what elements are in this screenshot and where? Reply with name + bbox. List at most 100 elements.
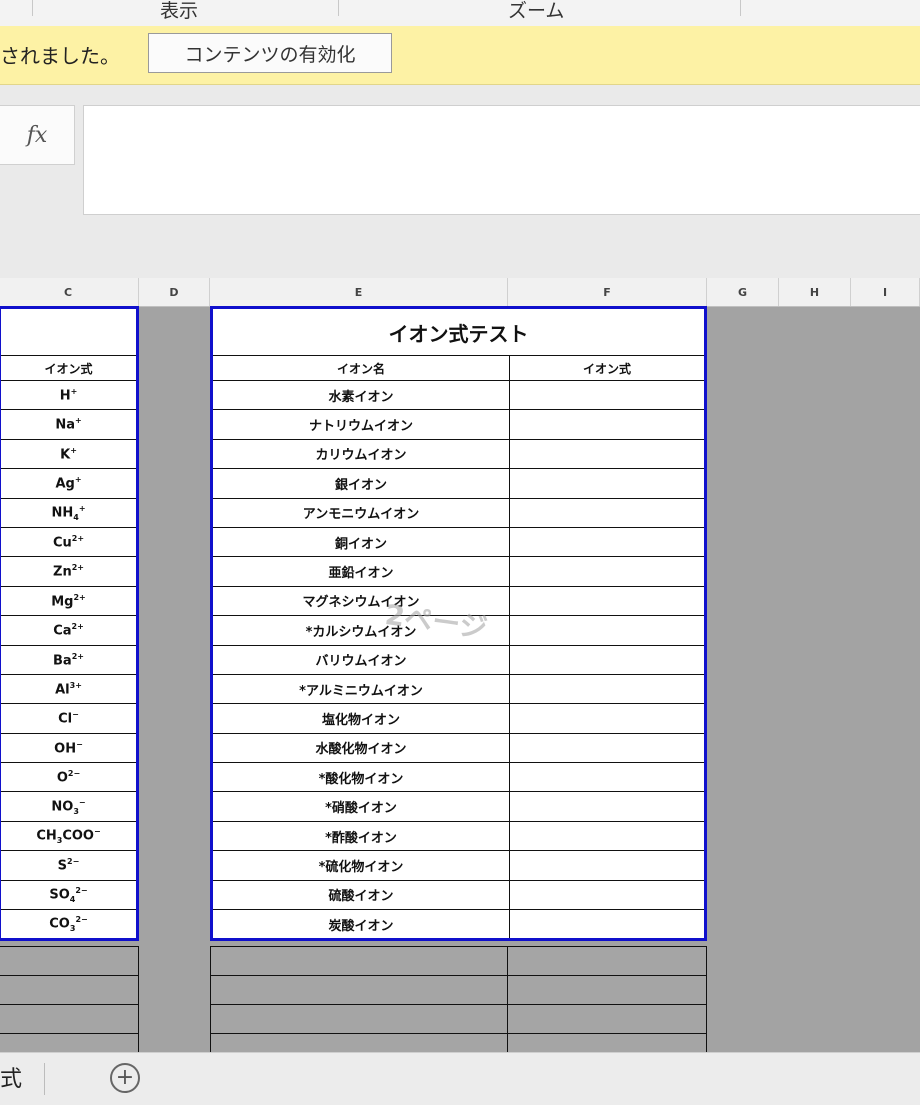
empty-cell[interactable] xyxy=(210,975,508,1005)
cell-ion-formula[interactable]: SO42− xyxy=(0,879,138,911)
cell-ion-formula[interactable]: CH3COO− xyxy=(0,820,138,852)
sheet-tab-bar: 式 + xyxy=(0,1052,920,1105)
cell-ion-formula-answer[interactable] xyxy=(509,644,706,675)
cell-ion-formula-answer[interactable] xyxy=(509,585,706,617)
cell-ion-formula-answer[interactable] xyxy=(509,703,706,734)
cell-ion-formula[interactable]: Zn2+ xyxy=(0,556,138,587)
cell-ion-name[interactable]: アンモニウムイオン xyxy=(211,497,510,528)
formula-base: Al xyxy=(55,682,70,698)
cell-ion-name[interactable]: *硫化物イオン xyxy=(211,850,510,881)
fx-icon: fx xyxy=(26,122,48,148)
column-header-i[interactable]: I xyxy=(851,278,920,306)
formula-base: CH xyxy=(36,828,57,844)
cell-ion-formula[interactable]: H+ xyxy=(0,379,138,411)
cell-ion-name[interactable]: マグネシウムイオン xyxy=(211,585,510,617)
cell-ion-name[interactable]: *硝酸イオン xyxy=(211,791,510,822)
formula-charge: − xyxy=(72,710,79,720)
column-header-e[interactable]: E xyxy=(210,278,508,306)
cell-ion-formula[interactable]: Ag+ xyxy=(0,468,138,499)
cell-ion-name[interactable]: バリウムイオン xyxy=(211,644,510,675)
cell-ion-formula[interactable]: CO32− xyxy=(0,909,138,941)
empty-cell[interactable] xyxy=(210,946,508,976)
cell-ion-name[interactable]: *アルミニウムイオン xyxy=(211,673,510,705)
formula-charge: + xyxy=(70,445,77,455)
empty-cell[interactable] xyxy=(507,946,707,976)
cell-ion-name[interactable]: 硫酸イオン xyxy=(211,879,510,911)
cell-ion-name[interactable]: 塩化物イオン xyxy=(211,703,510,734)
empty-cell[interactable] xyxy=(210,1004,508,1034)
cell-ion-name[interactable]: カリウムイオン xyxy=(211,438,510,470)
cell-ion-name[interactable]: *カルシウムイオン xyxy=(211,615,510,646)
empty-cell[interactable] xyxy=(0,1004,139,1034)
cell-title-blank[interactable] xyxy=(0,307,138,356)
cell-ion-formula[interactable]: Ca2+ xyxy=(0,615,138,646)
column-header-c[interactable]: C xyxy=(0,278,139,306)
cell-ion-name[interactable]: 銅イオン xyxy=(211,526,510,558)
cell-ion-formula-answer[interactable] xyxy=(509,850,706,881)
cell-ion-formula-answer[interactable] xyxy=(509,673,706,705)
cell-ion-name[interactable]: 亜鉛イオン xyxy=(211,556,510,587)
formula-base: H xyxy=(59,388,71,404)
cell-header-ion-name[interactable]: イオン名 xyxy=(211,355,510,381)
cell-ion-formula-answer[interactable] xyxy=(509,820,706,852)
formula-charge: 2− xyxy=(75,915,88,925)
cell-ion-formula[interactable]: O2− xyxy=(0,762,138,793)
cell-ion-name[interactable]: *酸化物イオン xyxy=(211,762,510,793)
cell-ion-name[interactable]: 銀イオン xyxy=(211,468,510,499)
formula-subscript: 4 xyxy=(69,894,76,904)
insert-function-button[interactable]: fx xyxy=(0,105,75,165)
column-header-d[interactable]: D xyxy=(139,278,210,306)
empty-cell[interactable] xyxy=(0,975,139,1005)
cell-ion-formula-answer[interactable] xyxy=(509,526,706,558)
cell-ion-formula[interactable]: Na+ xyxy=(0,409,138,440)
cell-ion-formula[interactable]: S2− xyxy=(0,850,138,881)
empty-cell[interactable] xyxy=(507,975,707,1005)
cell-ion-formula-answer[interactable] xyxy=(509,879,706,911)
cell-ion-formula-answer[interactable] xyxy=(509,791,706,822)
cell-ion-formula[interactable]: NO3− xyxy=(0,791,138,822)
cell-ion-formula-answer[interactable] xyxy=(509,379,706,411)
ribbon-group-zoom[interactable]: ズーム xyxy=(508,0,564,23)
cell-ion-formula[interactable]: OH− xyxy=(0,732,138,764)
cell-ion-formula-answer[interactable] xyxy=(509,615,706,646)
cell-ion-formula-answer[interactable] xyxy=(509,468,706,499)
cell-ion-formula[interactable]: Mg2+ xyxy=(0,585,138,617)
column-header-f[interactable]: F xyxy=(508,278,707,306)
cell-ion-formula[interactable]: Ba2+ xyxy=(0,644,138,675)
cell-ion-formula-answer[interactable] xyxy=(509,762,706,793)
formula-base: Cu xyxy=(52,535,72,551)
cell-ion-formula[interactable]: Al3+ xyxy=(0,673,138,705)
cell-ion-name[interactable]: *酢酸イオン xyxy=(211,820,510,852)
cell-ion-formula-answer[interactable] xyxy=(509,409,706,440)
cell-header-ion-formula[interactable]: イオン式 xyxy=(0,355,138,381)
formula-base: S xyxy=(57,858,68,874)
test-title-cell[interactable]: イオン式テスト xyxy=(211,307,706,356)
cell-ion-name[interactable]: 水素イオン xyxy=(211,379,510,411)
cell-ion-name[interactable]: 水酸化物イオン xyxy=(211,732,510,764)
formula-tail: COO xyxy=(62,828,94,844)
cell-ion-name[interactable]: ナトリウムイオン xyxy=(211,409,510,440)
cell-ion-formula-answer[interactable] xyxy=(509,732,706,764)
sheet-tab[interactable]: 式 xyxy=(0,1061,22,1093)
formula-input[interactable] xyxy=(83,105,920,215)
cell-ion-formula[interactable]: NH4+ xyxy=(0,497,138,528)
ribbon-separator xyxy=(338,0,339,16)
cell-header-ion-formula[interactable]: イオン式 xyxy=(509,355,706,381)
formula-subscript: 4 xyxy=(73,512,79,522)
formula-charge: 2− xyxy=(67,857,80,867)
cell-ion-formula[interactable]: K+ xyxy=(0,438,138,470)
empty-cell[interactable] xyxy=(507,1004,707,1034)
cell-ion-formula-answer[interactable] xyxy=(509,438,706,470)
cell-ion-formula-answer[interactable] xyxy=(509,909,706,941)
ribbon-group-view[interactable]: 表示 xyxy=(160,0,198,23)
empty-cell[interactable] xyxy=(0,946,139,976)
column-header-g[interactable]: G xyxy=(707,278,779,306)
cell-ion-formula[interactable]: Cl− xyxy=(0,703,138,734)
cell-ion-formula-answer[interactable] xyxy=(509,497,706,528)
cell-ion-name[interactable]: 炭酸イオン xyxy=(211,909,510,941)
cell-ion-formula-answer[interactable] xyxy=(509,556,706,587)
plus-circle-icon[interactable]: + xyxy=(110,1063,140,1093)
column-header-h[interactable]: H xyxy=(779,278,851,306)
cell-ion-formula[interactable]: Cu2+ xyxy=(0,526,138,558)
enable-content-button[interactable]: コンテンツの有効化 xyxy=(148,33,392,73)
